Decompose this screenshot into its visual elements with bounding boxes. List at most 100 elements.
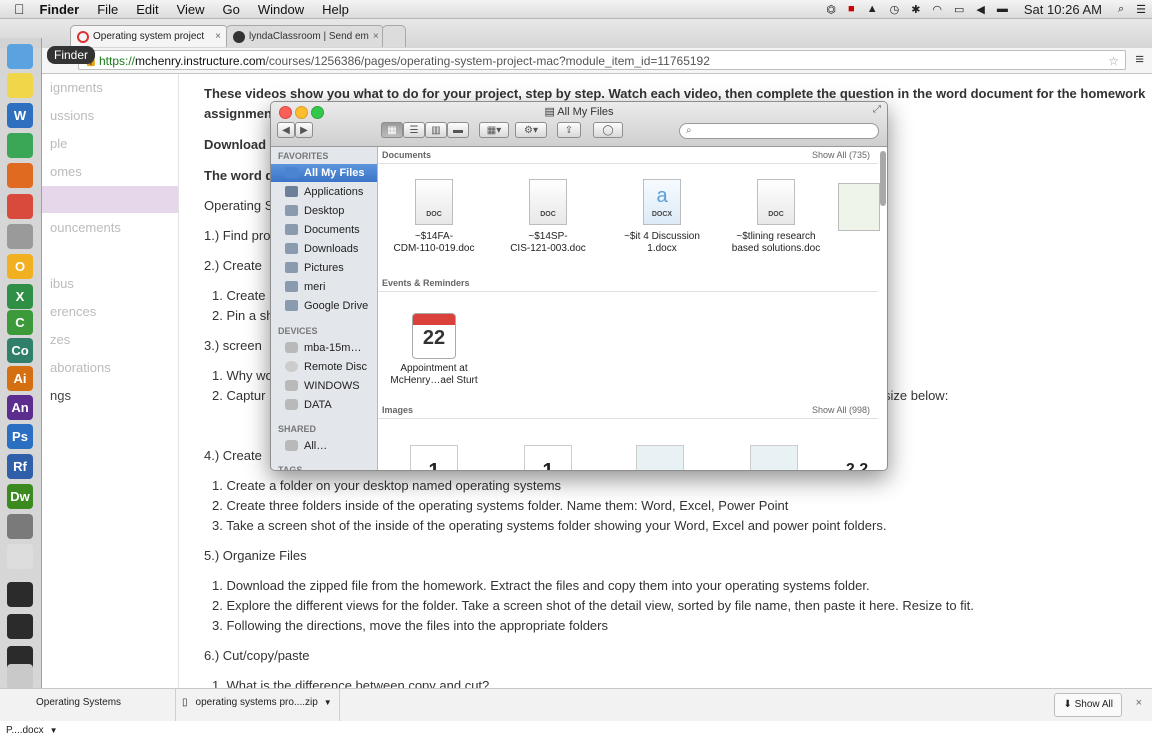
sidebar-item-google-drive[interactable]: Google Drive <box>271 297 377 315</box>
action-gear-button[interactable]: ⚙▾ <box>515 122 547 138</box>
drive-sync-icon[interactable]: ▲ <box>861 3 884 15</box>
menu-edit[interactable]: Edit <box>127 2 167 17</box>
sidebar-item-mba[interactable]: mba-15m… <box>271 339 377 357</box>
nav-quizzes[interactable]: zes <box>50 332 70 347</box>
list-view-button[interactable]: ☰ <box>403 122 425 138</box>
partial-file-icon[interactable] <box>838 183 880 231</box>
sidebar-item-remote-disc[interactable]: Remote Disc <box>271 358 377 376</box>
chevron-down-icon[interactable]: ▼ <box>324 698 332 707</box>
image-thumbnail[interactable]: 2 2 <box>834 445 880 470</box>
event-item[interactable]: 22 Appointment at McHenry…ael Sturt <box>380 313 488 387</box>
volume-icon[interactable]: ◀ <box>970 3 990 16</box>
nav-outcomes[interactable]: omes <box>50 164 82 179</box>
menubar-clock[interactable]: Sat 10:26 AM <box>1014 2 1112 17</box>
menu-window[interactable]: Window <box>249 2 313 17</box>
sidebar-item-data[interactable]: DATA <box>271 396 377 414</box>
menu-view[interactable]: View <box>168 2 214 17</box>
close-download-bar-icon[interactable]: × <box>1136 697 1142 709</box>
nav-collaborations[interactable]: aborations <box>50 360 111 375</box>
tab-close-icon[interactable]: × <box>211 31 221 42</box>
nav-discussions[interactable]: ussions <box>50 108 94 123</box>
calculator-icon[interactable] <box>7 224 33 249</box>
nav-people[interactable]: ple <box>50 136 67 151</box>
camtasia-icon[interactable]: C <box>7 310 33 335</box>
notification-center-icon[interactable]: ☰ <box>1130 3 1152 16</box>
chrome-icon[interactable] <box>7 194 33 219</box>
trash-icon[interactable] <box>7 664 33 689</box>
flash-builder-icon[interactable]: Rf <box>7 454 33 479</box>
icon-view-button[interactable]: ▦ <box>381 122 403 138</box>
textedit-icon[interactable] <box>7 544 33 569</box>
finder-search-input[interactable]: ⌕ <box>679 123 879 139</box>
nav-syllabus[interactable]: ibus <box>50 276 74 291</box>
file-item[interactable]: a DOCX ~$it 4 Discussion 1.docx <box>608 179 716 255</box>
arrange-button[interactable]: ▦▾ <box>479 122 509 138</box>
sidebar-item-meri[interactable]: meri <box>271 278 377 296</box>
menu-help[interactable]: Help <box>313 2 358 17</box>
sidebar-item-documents[interactable]: Documents <box>271 221 377 239</box>
image-thumbnail[interactable] <box>750 445 798 470</box>
bookmark-star-icon[interactable]: ☆ <box>1108 51 1119 71</box>
column-view-button[interactable]: ▥ <box>425 122 447 138</box>
animate-icon[interactable]: An <box>7 395 33 420</box>
tab-lynda-classroom[interactable]: lyndaClassroom | Send em × <box>226 25 384 47</box>
download-item-docx[interactable]: Operating Systems P....docx ▼ <box>0 689 176 736</box>
tags-button[interactable]: ◯ <box>593 122 623 138</box>
terminal-window-icon[interactable] <box>7 614 33 639</box>
menu-go[interactable]: Go <box>214 2 249 17</box>
photoshop-icon[interactable]: Ps <box>7 424 33 449</box>
new-tab-button[interactable] <box>382 25 406 47</box>
tab-operating-system-project[interactable]: Operating system project × <box>70 25 228 47</box>
terminal-window-icon[interactable] <box>7 582 33 607</box>
back-button[interactable]: ◀ <box>277 122 295 138</box>
battery-icon[interactable]: ▬ <box>991 3 1014 15</box>
coverflow-view-button[interactable]: ▬ <box>447 122 469 138</box>
download-item-zip[interactable]: ▯ operating systems pro....zip ▼ <box>176 689 340 721</box>
openoffice-icon[interactable]: O <box>7 254 33 279</box>
excel-icon[interactable]: X <box>7 284 33 309</box>
illustrator-icon[interactable]: Ai <box>7 366 33 391</box>
sidebar-item-all-my-files[interactable]: All My Files <box>271 164 377 182</box>
share-button[interactable]: ⇪ <box>557 122 581 138</box>
nav-conferences[interactable]: erences <box>50 304 96 319</box>
apple-menu-icon[interactable]:  <box>0 1 31 17</box>
nav-assignments[interactable]: ignments <box>50 80 103 95</box>
image-thumbnail[interactable]: 1 <box>524 445 572 470</box>
sidebar-item-pictures[interactable]: Pictures <box>271 259 377 277</box>
record-icon[interactable]: ■ <box>842 3 861 15</box>
sidebar-item-windows[interactable]: WINDOWS <box>271 377 377 395</box>
captivate-icon[interactable]: Co <box>7 338 33 363</box>
address-bar[interactable]: 🔒 https://mchenry.instructure.com/course… <box>78 50 1126 70</box>
display-icon[interactable]: ▭ <box>948 3 970 16</box>
image-thumbnail[interactable]: 1 <box>410 445 458 470</box>
file-item[interactable]: DOC ~$tlining research based solutions.do… <box>722 179 830 255</box>
firefox-icon[interactable] <box>7 163 33 188</box>
browser-menu-icon[interactable]: ≡ <box>1135 51 1144 68</box>
bluetooth-icon[interactable]: ✱ <box>905 3 926 16</box>
fullscreen-icon[interactable]: ⤢ <box>873 104 881 115</box>
sidebar-item-downloads[interactable]: Downloads <box>271 240 377 258</box>
show-all-documents-link[interactable]: Show All (735) <box>812 150 870 160</box>
menu-finder[interactable]: Finder <box>31 2 89 17</box>
forward-button[interactable]: ▶ <box>295 122 313 138</box>
wifi-icon[interactable]: ◠ <box>926 3 948 16</box>
menu-file[interactable]: File <box>88 2 127 17</box>
file-item[interactable]: DOC ~$14FA- CDM-110-019.doc <box>380 179 488 255</box>
word-icon[interactable]: W <box>7 103 33 128</box>
spotlight-search-icon[interactable]: ⌕ <box>1112 3 1130 16</box>
nav-settings[interactable]: ngs <box>50 388 71 403</box>
show-all-downloads-button[interactable]: ⬇ Show All <box>1054 693 1122 717</box>
sidebar-item-desktop[interactable]: Desktop <box>271 202 377 220</box>
status-icon[interactable]: ⏣ <box>820 3 842 16</box>
screen-capture-icon[interactable] <box>7 514 33 539</box>
chevron-down-icon[interactable]: ▼ <box>50 726 58 735</box>
nav-announcements[interactable]: ouncements <box>50 220 121 235</box>
finder-scrollbar[interactable] <box>880 151 886 206</box>
image-thumbnail[interactable] <box>636 445 684 470</box>
tab-close-icon[interactable]: × <box>369 31 379 42</box>
time-machine-icon[interactable]: ◷ <box>884 3 906 16</box>
finder-icon[interactable] <box>7 44 33 69</box>
sidebar-item-shared-all[interactable]: All… <box>271 437 377 455</box>
dreamweaver-icon[interactable]: Dw <box>7 484 33 509</box>
show-all-images-link[interactable]: Show All (998) <box>812 405 870 415</box>
